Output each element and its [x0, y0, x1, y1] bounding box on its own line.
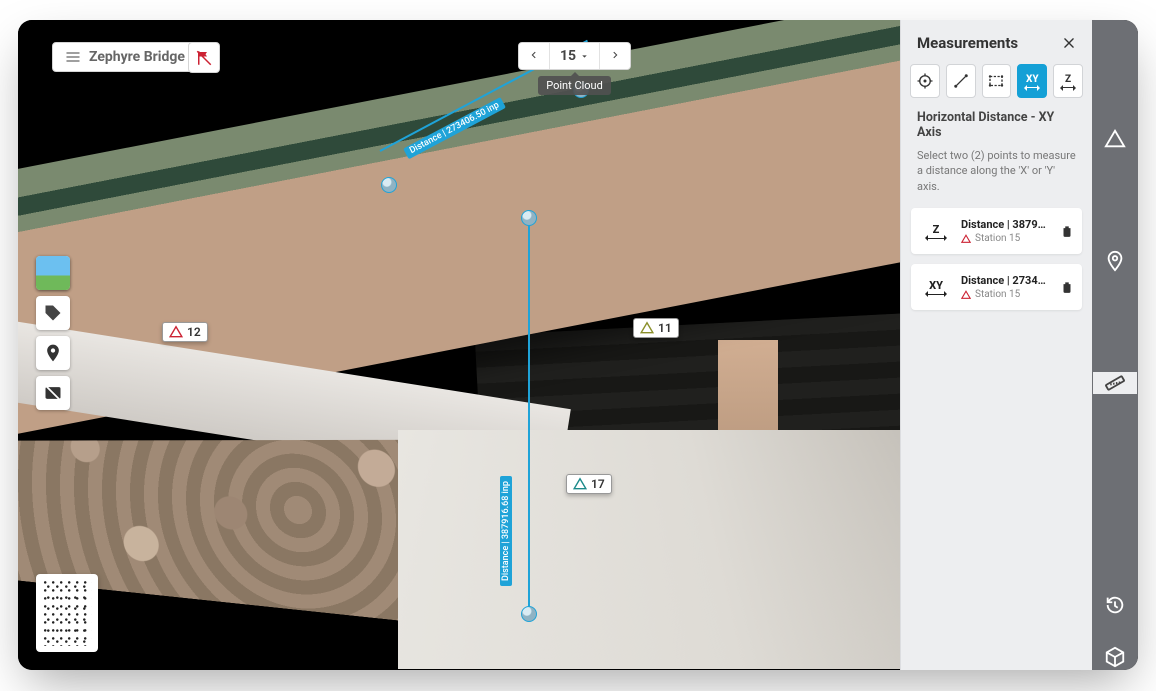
chevron-right-icon	[610, 50, 620, 60]
measure-z-button[interactable]: Z	[1053, 64, 1083, 98]
measure-line-button[interactable]	[946, 64, 976, 98]
project-name: Zephyre Bridge	[89, 49, 185, 65]
tool-tag[interactable]	[36, 296, 70, 330]
rail-measurements-button[interactable]	[1093, 372, 1137, 394]
measurement-list: Z Distance | 387916.68 inp Station 15 XY	[901, 208, 1092, 310]
measurement-help-text: Select two (2) points to measure a dista…	[901, 144, 1092, 208]
measurement-card-subtitle: Station 15	[961, 289, 1052, 300]
station-current-dropdown[interactable]: 15	[550, 43, 600, 69]
pin-icon	[43, 343, 63, 363]
panel-title: Measurements	[917, 34, 1018, 52]
measure-xy-button[interactable]: XY	[1017, 64, 1047, 98]
rail-history-button[interactable]	[1093, 594, 1137, 616]
defect-badge[interactable]: 17	[566, 474, 612, 494]
left-toolbar	[36, 256, 70, 410]
pin-outline-icon	[1104, 250, 1126, 272]
measurement-card-title: Distance | 273406.50 inp	[961, 274, 1052, 287]
tool-image-off[interactable]	[36, 376, 70, 410]
tool-color-mode[interactable]	[36, 256, 70, 290]
measurement-card-body: Distance | 273406.50 inp Station 15	[961, 274, 1052, 300]
measurement-card-title: Distance | 387916.68 inp	[961, 218, 1052, 231]
rail-locations-button[interactable]	[1093, 250, 1137, 272]
menu-icon	[65, 49, 81, 65]
defect-badge-label: 12	[187, 325, 201, 339]
defect-badge-label: 17	[591, 477, 605, 491]
scene-walkway	[398, 430, 900, 669]
tool-location[interactable]	[36, 336, 70, 370]
trash-icon[interactable]	[1060, 280, 1074, 294]
app-window: Distance | 273406.50 inp Distance | 3879…	[18, 20, 1138, 670]
ruler-icon	[1104, 372, 1126, 394]
double-arrow-icon	[1061, 87, 1075, 88]
measurement-card-body: Distance | 387916.68 inp Station 15	[961, 218, 1052, 244]
cube-icon	[1104, 646, 1126, 668]
double-arrow-icon	[927, 238, 945, 239]
measurement-label-z: Distance | 387916.68 inp	[500, 476, 512, 586]
station-next-button[interactable]	[600, 43, 630, 69]
minimap[interactable]	[36, 574, 98, 652]
minimap-preview	[42, 580, 92, 646]
viewport-3d[interactable]: Distance | 273406.50 inp Distance | 3879…	[18, 20, 900, 670]
layer-toggle-button[interactable]	[188, 42, 220, 73]
polygon-icon	[987, 72, 1005, 90]
trash-icon[interactable]	[1060, 224, 1074, 238]
measurement-card-subtitle: Station 15	[961, 233, 1052, 244]
station-prev-button[interactable]	[519, 43, 550, 69]
rail-3d-button[interactable]	[1093, 646, 1137, 668]
target-icon	[916, 72, 934, 90]
station-tooltip: Point Cloud	[538, 76, 611, 95]
measure-z-label: Z	[1065, 75, 1071, 85]
triangle-alert-icon	[573, 477, 587, 491]
project-selector[interactable]: Zephyre Bridge	[52, 42, 198, 72]
triangle-alert-icon	[169, 325, 183, 339]
measure-xy-label: XY	[1026, 75, 1039, 85]
measurement-axis-label: XY	[929, 280, 943, 291]
triangle-alert-icon	[1104, 128, 1126, 150]
caret-down-icon	[580, 52, 589, 61]
tag-icon	[43, 303, 63, 323]
measure-point-button[interactable]	[910, 64, 940, 98]
station-current-value: 15	[560, 48, 576, 64]
image-off-icon	[43, 383, 63, 403]
right-rail	[1092, 20, 1138, 670]
measurement-axis-icon: XY	[919, 280, 953, 295]
measurement-type-toolbar: XY Z	[901, 64, 1092, 110]
triangle-alert-icon	[961, 234, 971, 244]
double-arrow-icon	[927, 294, 945, 295]
station-nav: 15 Point Cloud	[518, 42, 631, 95]
measure-polygon-button[interactable]	[982, 64, 1012, 98]
triangle-alert-icon	[961, 290, 971, 300]
defect-badge-label: 11	[658, 321, 672, 335]
flag-off-icon	[195, 49, 213, 67]
double-arrow-icon	[1025, 87, 1039, 88]
rail-defects-button[interactable]	[1093, 128, 1137, 150]
panel-header: Measurements	[901, 20, 1092, 64]
defect-badge[interactable]: 12	[162, 322, 208, 342]
measurement-card[interactable]: Z Distance | 387916.68 inp Station 15	[911, 208, 1082, 254]
line-icon	[952, 72, 970, 90]
station-nav-control: 15	[518, 42, 631, 70]
measurement-card[interactable]: XY Distance | 273406.50 inp Station 15	[911, 264, 1082, 310]
chevron-left-icon	[529, 50, 539, 60]
close-icon[interactable]	[1062, 36, 1076, 50]
history-icon	[1104, 594, 1126, 616]
measurement-axis-label: Z	[933, 224, 940, 235]
triangle-alert-icon	[640, 321, 654, 335]
measurements-panel: Measurements XY Z	[900, 20, 1092, 670]
measurement-axis-icon: Z	[919, 224, 953, 239]
measurement-mode-title: Horizontal Distance - XY Axis	[901, 110, 1092, 144]
defect-badge[interactable]: 11	[633, 318, 679, 338]
